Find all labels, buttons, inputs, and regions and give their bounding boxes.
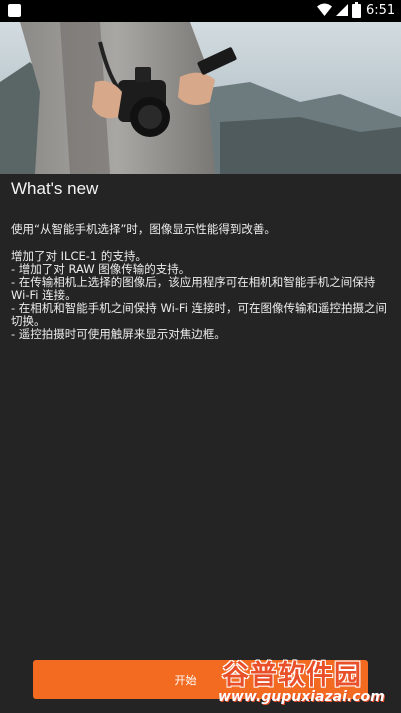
battery-icon [352,2,361,18]
wifi-icon [317,3,332,16]
page-title: What's new [11,179,99,198]
watermark-url: www.gupuxiazai.com [218,689,385,705]
release-note-line: - 遥控拍摄时可使用触屏来显示对焦边框。 [11,327,226,341]
start-button-label: 开始 [174,673,197,687]
release-notes: 增加了对 ILCE-1 的支持。 - 增加了对 RAW 图像传输的支持。 - 在… [11,250,393,341]
signal-icon [336,4,348,16]
camera-photo-illustration [0,22,401,174]
status-time: 6:51 [366,3,396,18]
site-watermark: 谷普软件园 www.gupuxiazai.com [218,653,398,711]
whats-new-intro: 使用“从智能手机选择”时，图像显示性能得到改善。 [11,222,276,236]
whats-new-panel: What's new 使用“从智能手机选择”时，图像显示性能得到改善。 增加了对… [0,174,401,713]
watermark-title: 谷普软件园 [222,660,362,691]
app-notification-icon [8,4,21,17]
hero-image [0,22,401,174]
release-note-line: - 在相机和智能手机之间保持 Wi-Fi 连接时，可在图像传输和遥控拍摄之间 [11,301,388,315]
status-bar: 6:51 [0,0,401,22]
